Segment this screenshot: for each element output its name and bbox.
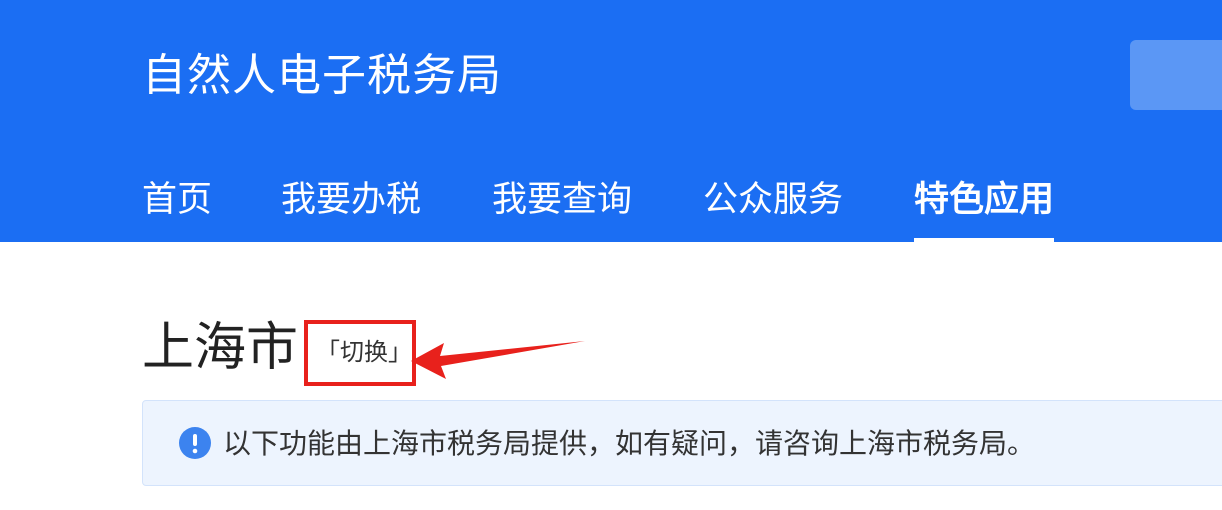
notice-banner: 以下功能由上海市税务局提供，如有疑问，请咨询上海市税务局。 xyxy=(142,400,1222,486)
nav-item-featured-apps[interactable]: 特色应用 xyxy=(914,170,1055,242)
nav-item-public-service[interactable]: 公众服务 xyxy=(703,170,843,242)
top-header: 自然人电子税务局 首页 我要办税 我要查询 公众服务 特色应用 xyxy=(0,0,1222,242)
switch-highlight-box: 「切换」 xyxy=(304,320,416,386)
nav-item-featured-apps-label: 特色应用 xyxy=(914,180,1055,220)
active-tab-indicator xyxy=(914,238,1055,242)
header-search-box[interactable] xyxy=(1130,40,1222,110)
nav-item-handle-tax[interactable]: 我要办税 xyxy=(281,170,421,242)
switch-region-link[interactable]: 「切换」 xyxy=(316,334,412,370)
notice-text: 以下功能由上海市税务局提供，如有疑问，请咨询上海市税务局。 xyxy=(223,427,1036,460)
arrow-shape xyxy=(411,341,585,379)
region-name: 上海市 xyxy=(142,318,299,378)
app-title: 自然人电子税务局 xyxy=(142,50,502,101)
info-icon xyxy=(179,427,211,459)
main-nav: 首页 我要办税 我要查询 公众服务 特色应用 xyxy=(0,170,1222,242)
nav-item-home[interactable]: 首页 xyxy=(142,170,212,242)
nav-item-query[interactable]: 我要查询 xyxy=(492,170,632,242)
